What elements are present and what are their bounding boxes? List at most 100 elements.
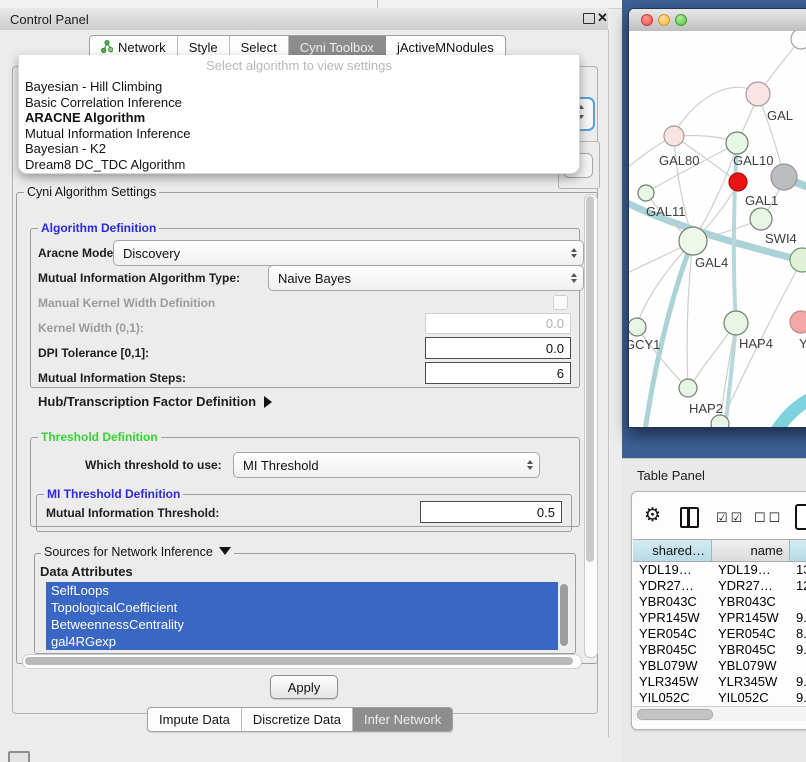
table-row[interactable]: YBR045C YBR045C 9.: [633, 642, 806, 658]
network-view-window: GAL GAL80 GAL10 GAL1 GAL11 SWI4 GAL4 GCY…: [628, 8, 806, 428]
sources-toggle[interactable]: Sources for Network Inference: [41, 545, 234, 559]
mi-threshold-label: Mutual Information Threshold:: [46, 506, 219, 520]
attributes-scrollbar[interactable]: [559, 583, 569, 649]
algorithm-dropdown-popup: Select algorithm to view settings Bayesi…: [18, 55, 580, 174]
gear-icon[interactable]: ⚙: [644, 506, 661, 525]
attribute-item[interactable]: TopologicalCoefficient: [46, 599, 558, 616]
aracne-mode-combo[interactable]: Discovery: [113, 240, 584, 266]
table-panel-card: ⚙ ☑☑ ☐☐ shared… name YDL19… YDL19… 13 YD…: [631, 491, 806, 730]
chevron-right-icon: [264, 396, 272, 408]
bottom-tabbar: Impute Data Discretize Data Infer Networ…: [147, 707, 453, 732]
data-attributes-list: SelfLoops TopologicalCoefficient Between…: [46, 582, 558, 650]
settings-scrollbar-thumb[interactable]: [586, 196, 594, 562]
table-row[interactable]: YDL19… YDL19… 13: [633, 562, 806, 578]
table-panel-region: Table Panel ⚙ ☑☑ ☐☐ shared… name YDL19… …: [622, 458, 806, 762]
table-row[interactable]: YBR043C YBR043C: [633, 594, 806, 610]
algorithm-option[interactable]: Dream8 DC_TDC Algorithm: [25, 157, 573, 173]
network-icon: [101, 40, 113, 56]
collapsed-panel-icon[interactable]: [8, 751, 30, 762]
svg-text:GAL10: GAL10: [733, 153, 773, 168]
table-row[interactable]: YBL079W YBL079W: [633, 658, 806, 674]
node-red: [729, 173, 747, 191]
manual-kernel-label: Manual Kernel Width Definition: [38, 296, 215, 310]
mi-steps-field[interactable]: [425, 362, 571, 384]
close-traffic-light[interactable]: [641, 14, 653, 26]
tab-network-label: Network: [118, 40, 166, 55]
table-row[interactable]: YIL052C YIL052C 9.: [633, 690, 806, 706]
app-screen: Control Panel ✕ Network Style Select: [0, 0, 806, 762]
columns-icon[interactable]: [680, 507, 699, 528]
minimize-traffic-light[interactable]: [658, 14, 670, 26]
which-threshold-combo[interactable]: MI Threshold: [233, 452, 540, 478]
algorithm-option[interactable]: Bayesian - K2: [25, 141, 573, 157]
node: [791, 31, 806, 49]
algorithm-option[interactable]: Basic Correlation Inference: [25, 95, 573, 111]
dpi-tolerance-field[interactable]: [425, 337, 571, 359]
table-hscrollbar[interactable]: [633, 706, 806, 721]
attribute-item[interactable]: BetweennessCentrality: [46, 616, 558, 633]
node-hap2: [679, 379, 697, 397]
node-hap4: [724, 311, 748, 335]
settings-scrollbar[interactable]: [584, 194, 598, 658]
control-panel-title: Control Panel: [10, 12, 89, 27]
aracne-mode-label: Aracne Mode:: [38, 246, 117, 260]
algorithm-option[interactable]: Bayesian - Hill Climbing: [25, 79, 573, 95]
svg-text:SWI4: SWI4: [765, 231, 797, 246]
svg-text:GAL11: GAL11: [646, 204, 686, 219]
svg-text:GAL: GAL: [767, 108, 793, 123]
stepper-icon: [571, 248, 583, 258]
svg-text:GAL1: GAL1: [745, 193, 778, 208]
zoom-traffic-light[interactable]: [675, 14, 687, 26]
apply-button[interactable]: Apply: [270, 675, 338, 699]
svg-text:HAP2: HAP2: [689, 401, 723, 416]
node-pink: [790, 311, 806, 333]
tab-discretize-data[interactable]: Discretize Data: [242, 708, 353, 731]
column-header-shared[interactable]: shared…: [633, 539, 712, 562]
which-threshold-label: Which threshold to use:: [85, 458, 222, 472]
kernel-width-label: Kernel Width (0,1):: [38, 321, 144, 335]
column-header-partial[interactable]: [790, 539, 806, 562]
node-gal4: [679, 227, 707, 255]
control-panel-titlebar: Control Panel: [0, 8, 608, 31]
settings-group-title: Cyni Algorithm Settings: [24, 185, 159, 199]
tab-infer-network[interactable]: Infer Network: [353, 708, 452, 731]
algorithm-option[interactable]: Mutual Information Inference: [25, 126, 573, 142]
node: [711, 415, 729, 427]
attribute-item[interactable]: SelfLoops: [46, 582, 558, 599]
data-attributes-label: Data Attributes: [40, 564, 133, 579]
svg-text:Y: Y: [799, 336, 806, 351]
svg-text:GAL4: GAL4: [695, 255, 728, 270]
settings-hscrollbar[interactable]: [22, 654, 582, 669]
dpi-tolerance-label: DPI Tolerance [0,1]:: [38, 346, 149, 360]
svg-text:GCY1: GCY1: [629, 337, 660, 352]
tab-impute-data[interactable]: Impute Data: [148, 708, 242, 731]
node-gal10: [726, 132, 748, 154]
network-canvas[interactable]: GAL GAL80 GAL10 GAL1 GAL11 SWI4 GAL4 GCY…: [629, 31, 806, 427]
table-row[interactable]: YLR345W YLR345W 9.: [633, 674, 806, 690]
network-window-titlebar[interactable]: [629, 9, 806, 32]
unchecked-boxes-icon[interactable]: ☐☐: [754, 510, 783, 526]
table-panel-title: Table Panel: [637, 468, 705, 483]
node-gal1: [750, 208, 772, 230]
algorithm-dropdown-items: Bayesian - Hill Climbing Basic Correlati…: [25, 79, 573, 173]
mi-type-combo[interactable]: Naive Bayes: [268, 265, 584, 291]
float-window-icon[interactable]: [583, 13, 595, 24]
node-gray: [771, 164, 797, 190]
algorithm-option-selected[interactable]: ARACNE Algorithm: [25, 110, 573, 126]
mi-threshold-field[interactable]: [420, 501, 562, 523]
document-icon[interactable]: [795, 504, 806, 530]
table-row[interactable]: YER054C YER054C 8.: [633, 626, 806, 642]
close-icon[interactable]: ✕: [597, 10, 608, 26]
attribute-item[interactable]: gal4RGexp: [46, 633, 558, 650]
manual-kernel-checkbox[interactable]: [553, 295, 568, 310]
checked-boxes-icon[interactable]: ☑☑: [716, 510, 745, 526]
mi-steps-label: Mutual Information Steps:: [38, 371, 186, 385]
column-header-name[interactable]: name: [712, 539, 790, 562]
algorithm-definition-title: Algorithm Definition: [38, 221, 159, 235]
table-row[interactable]: YPR145W YPR145W 9.: [633, 610, 806, 626]
kernel-width-field[interactable]: [425, 313, 571, 334]
table-row[interactable]: YDR27… YDR27… 12: [633, 578, 806, 594]
hub-definition-toggle[interactable]: Hub/Transcription Factor Definition: [38, 394, 272, 409]
stepper-icon: [527, 460, 539, 470]
stepper-icon: [571, 273, 583, 283]
